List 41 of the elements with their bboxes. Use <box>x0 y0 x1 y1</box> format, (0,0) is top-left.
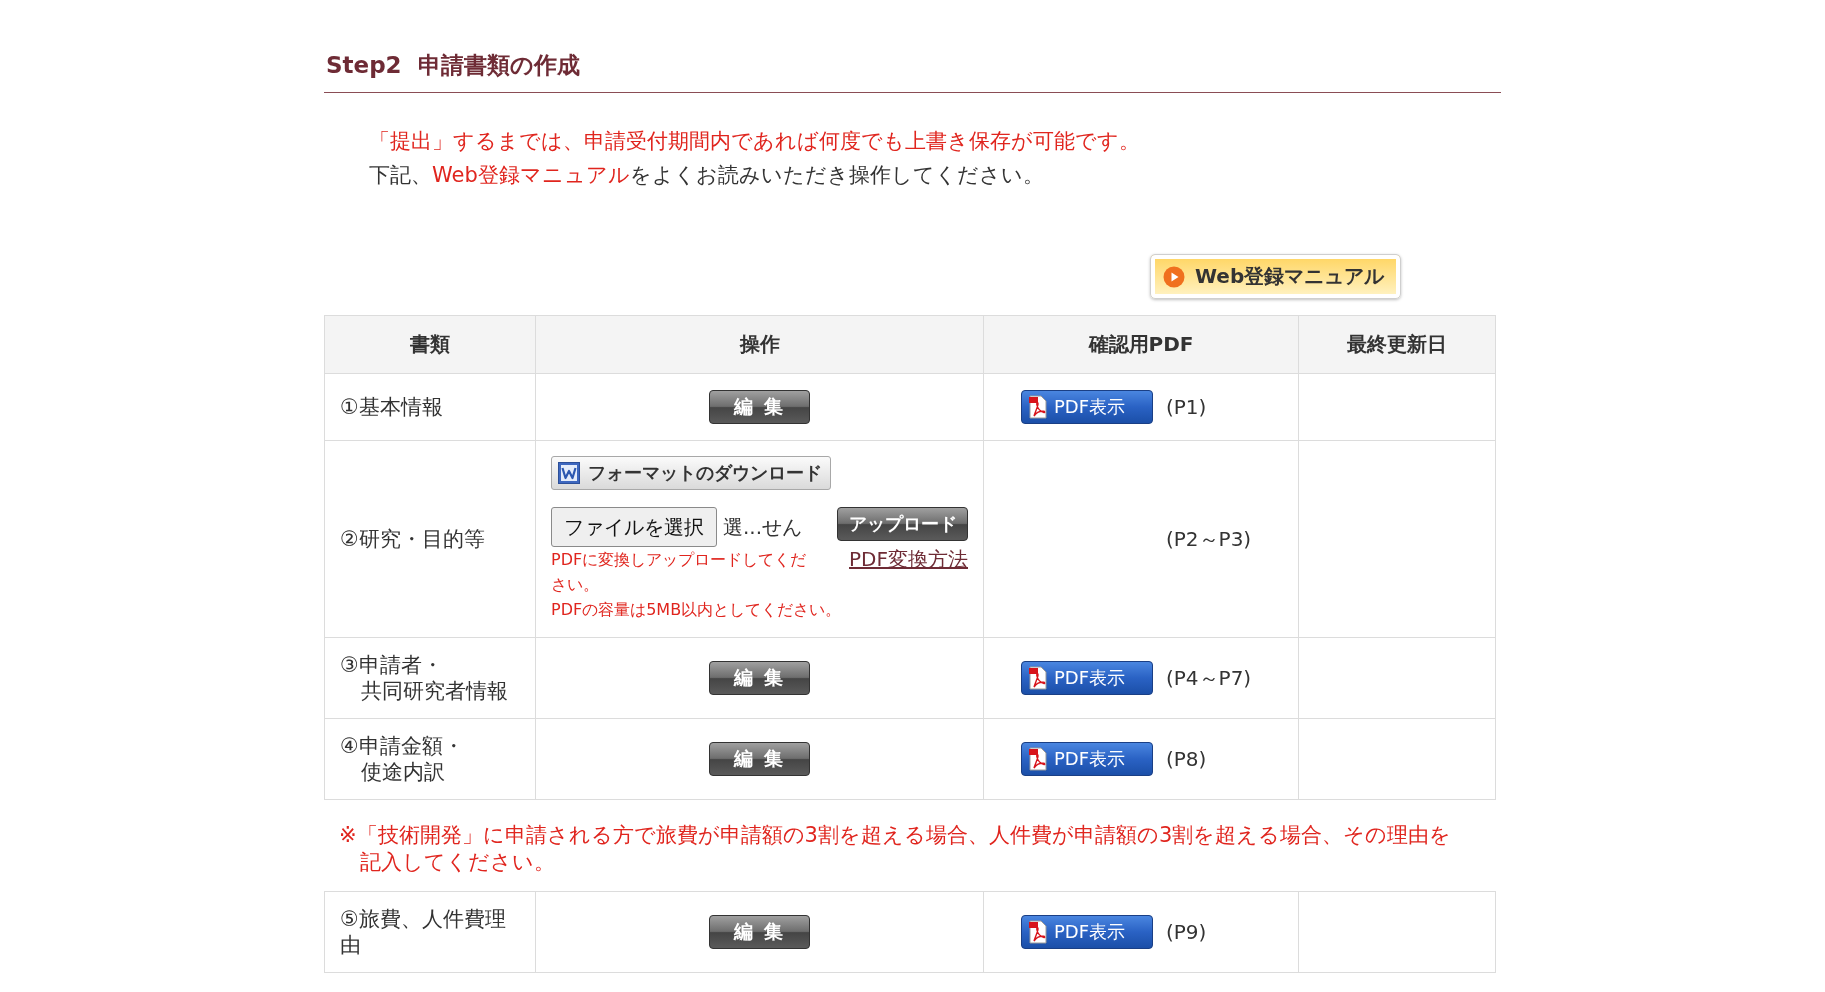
pdf-file-icon <box>1028 666 1048 690</box>
pdf-view-button[interactable]: PDF表示 <box>1021 915 1153 949</box>
page-range: (P4～P7) <box>1166 664 1252 692</box>
upload-button[interactable]: アップロード <box>837 507 968 541</box>
edit-button[interactable]: 編 集 <box>709 390 810 424</box>
document-name: ②研究・目的等 <box>340 526 486 552</box>
document-name: ①基本情報 <box>340 394 444 420</box>
file-status-text: 選...せん <box>723 514 803 541</box>
pdf-view-button[interactable]: PDF表示 <box>1021 390 1153 424</box>
page-range: (P8) <box>1166 747 1207 771</box>
edit-button[interactable]: 編 集 <box>709 661 810 695</box>
column-header: 最終更新日 <box>1347 332 1447 356</box>
note-text: ※「技術開発」に申請される方で旅費が申請額の3割を超える場合、人件費が申請額の3割を超える場合、その理由を記入してください。 <box>338 822 1453 876</box>
column-header: 確認用PDF <box>1088 332 1194 356</box>
edit-button[interactable]: 編 集 <box>709 915 810 949</box>
pdf-file-icon <box>1028 920 1048 944</box>
pdf-view-button[interactable]: PDF表示 <box>1021 661 1153 695</box>
format-download-button[interactable]: フォーマットのダウンロード <box>551 456 831 490</box>
notice-text: 「提出」するまでは、申請受付期間内であれば何度でも上書き保存が可能です。 <box>369 128 1141 155</box>
pdf-file-icon <box>1028 747 1048 771</box>
instruction-text: 下記、Web登録マニュアルをよくお読みいただき操作してください。 <box>369 162 1045 189</box>
page-range: (P1) <box>1166 395 1207 419</box>
manual-button[interactable]: Web登録マニュアル <box>1150 254 1401 299</box>
play-icon <box>1163 265 1185 288</box>
section-title: 申請書類の作成 <box>417 51 580 80</box>
choose-file-button[interactable]: ファイルを選択 <box>551 507 717 547</box>
step-label: Step2 <box>326 51 402 80</box>
page-range: (P2～P3) <box>1166 525 1252 553</box>
column-header: 操作 <box>739 332 780 356</box>
document-icon <box>558 462 580 484</box>
document-name: ③申請者・ 共同研究者情報 <box>340 652 509 704</box>
pdf-conversion-link[interactable]: PDF変換方法 <box>849 547 968 572</box>
pdf-file-icon <box>1028 395 1048 419</box>
page-range: (P9) <box>1166 920 1207 944</box>
upload-hint-text: PDFに変換しアップロードしてください。 <box>551 549 808 596</box>
document-name: ④申請金額・ 使途内訳 <box>340 733 465 785</box>
edit-button[interactable]: 編 集 <box>709 742 810 776</box>
file-size-note: PDFの容量は5MB以内としてください。 <box>551 599 842 621</box>
document-name: ⑤旅費、人件費理由 <box>340 906 507 958</box>
pdf-view-button[interactable]: PDF表示 <box>1021 742 1153 776</box>
column-header: 書類 <box>410 332 450 356</box>
